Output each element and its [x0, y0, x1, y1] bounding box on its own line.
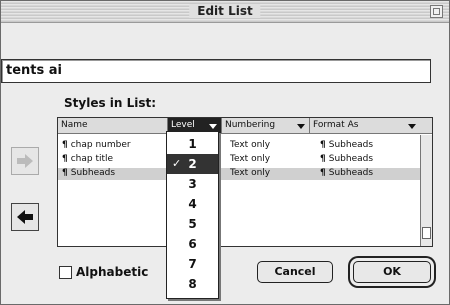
ok-button[interactable]: OK	[353, 261, 431, 283]
level-option-7[interactable]: 7	[167, 254, 218, 274]
level-option-3[interactable]: 3	[167, 174, 218, 194]
alphabetical-option[interactable]: Alphabetic	[59, 263, 148, 281]
pilcrow-icon: ¶	[62, 168, 68, 178]
column-header-format-as[interactable]: Format As	[310, 118, 420, 134]
list-row[interactable]: ¶ chap number Text only ¶ Subheads	[58, 140, 420, 152]
list-row[interactable]: ¶ chap title Text only ¶ Subheads	[58, 154, 420, 166]
edit-list-dialog: Edit List tents ai Styles in List: Name …	[0, 0, 450, 305]
checkmark-icon: ✓	[172, 157, 182, 170]
left-arrow-icon	[17, 210, 33, 224]
dropdown-arrow-icon	[297, 124, 305, 129]
list-row-selected[interactable]: ¶ Subheads Text only ¶ Subheads	[58, 168, 420, 180]
pilcrow-icon: ¶	[62, 154, 68, 164]
level-option-4[interactable]: 4	[167, 194, 218, 214]
cancel-button[interactable]: Cancel	[257, 261, 333, 283]
dropdown-arrow-icon	[209, 124, 217, 129]
column-header-name[interactable]: Name	[58, 118, 168, 134]
window-title: Edit List	[189, 4, 261, 18]
zoom-box-icon[interactable]	[430, 5, 443, 18]
level-option-1[interactable]: 1	[167, 134, 218, 154]
list-name-field[interactable]: tents ai	[1, 59, 431, 83]
styles-in-list-label: Styles in List:	[64, 96, 157, 110]
level-option-5[interactable]: 5	[167, 214, 218, 234]
pilcrow-icon: ¶	[320, 140, 326, 150]
level-popup-menu[interactable]: 1 ✓ 2 3 4 5 6 7 8	[166, 131, 219, 299]
add-style-button[interactable]	[11, 147, 39, 175]
alphabetical-label: Alphabetic	[76, 265, 149, 279]
dropdown-arrow-icon	[408, 124, 416, 129]
pilcrow-icon: ¶	[62, 140, 68, 150]
level-option-8[interactable]: 8	[167, 274, 218, 294]
level-option-6[interactable]: 6	[167, 234, 218, 254]
list-header: Name Level Numbering Format As	[58, 118, 432, 134]
right-arrow-icon	[17, 154, 33, 168]
title-bar[interactable]: Edit List	[1, 1, 449, 23]
column-header-numbering[interactable]: Numbering	[222, 118, 310, 134]
alphabetical-checkbox[interactable]	[59, 265, 72, 279]
remove-style-button[interactable]	[11, 203, 39, 231]
list-scrollbar[interactable]	[420, 135, 432, 246]
styles-list[interactable]: Name Level Numbering Format As ¶ chap num…	[57, 117, 433, 247]
level-option-2[interactable]: ✓ 2	[167, 154, 218, 174]
pilcrow-icon: ¶	[320, 154, 326, 164]
pilcrow-icon: ¶	[320, 168, 326, 178]
scrollbar-thumb[interactable]	[422, 227, 431, 239]
